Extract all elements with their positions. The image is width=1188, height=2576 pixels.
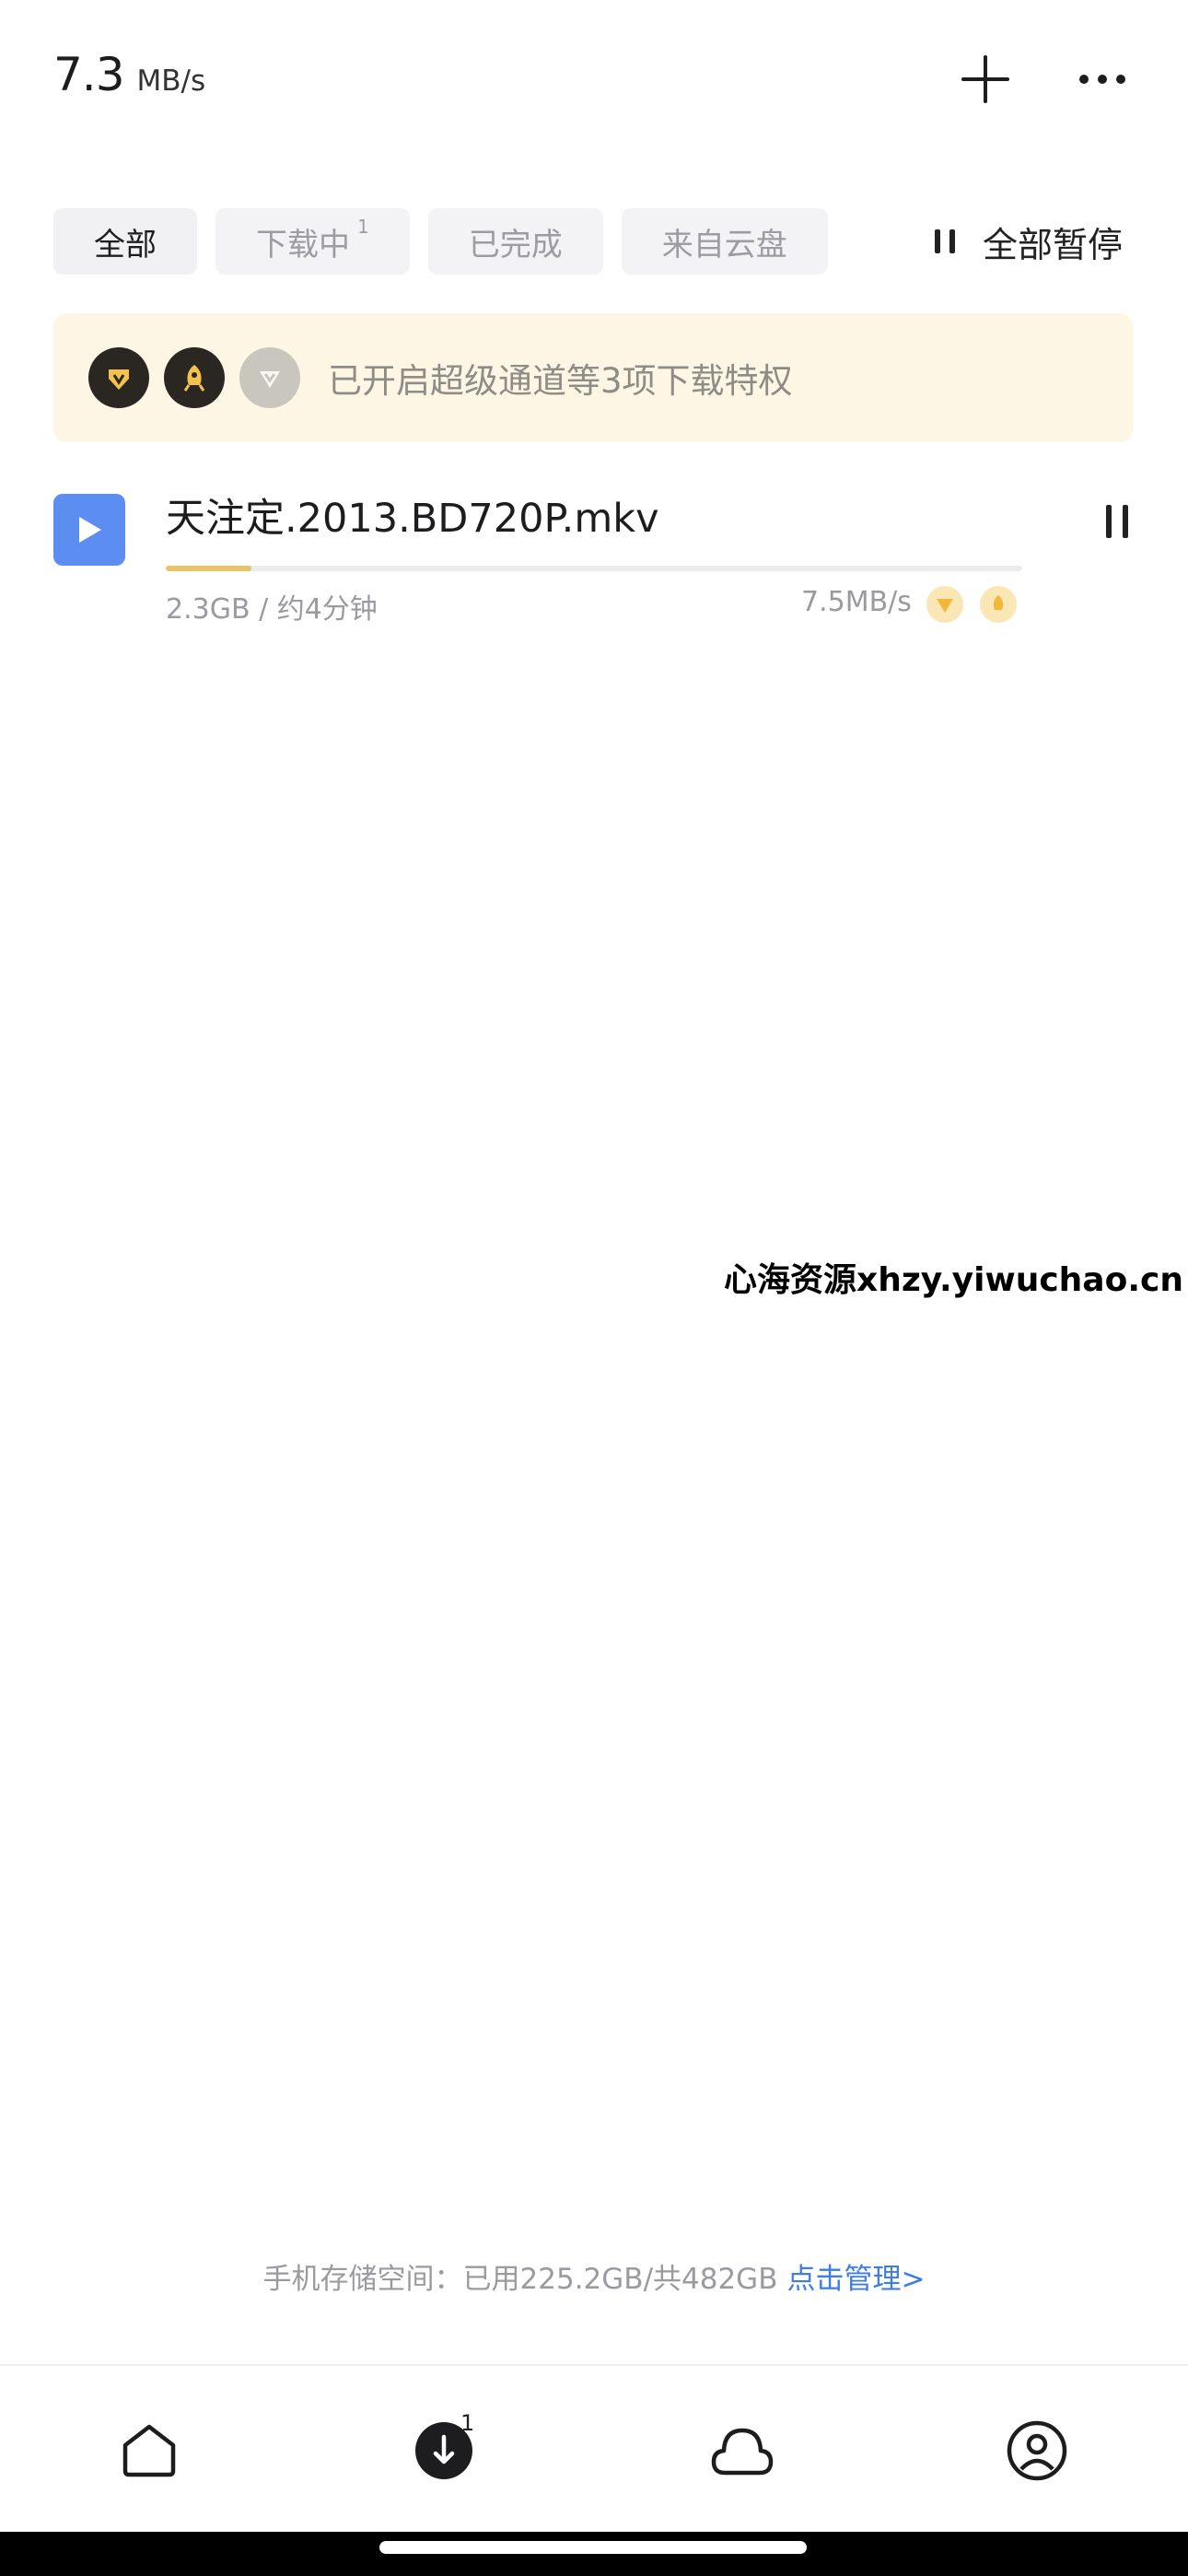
tab-label: 已完成 xyxy=(468,226,563,263)
video-file-icon xyxy=(53,494,125,566)
watermark-text: 心海资源xhzy.yiwuchao.cn xyxy=(724,1261,1183,1299)
tab-all[interactable]: 全部 xyxy=(53,208,197,275)
nav-divider xyxy=(0,2364,1188,2366)
tab-count: 1 xyxy=(357,216,369,238)
cloud-icon xyxy=(711,2428,774,2476)
profile-icon xyxy=(1007,2420,1067,2481)
item-pause-button[interactable] xyxy=(1101,499,1134,544)
more-horizontal-icon xyxy=(1079,75,1125,84)
storage-text: 手机存储空间：已用225.2GB/共482GB xyxy=(262,2263,778,2296)
add-download-button[interactable] xyxy=(949,42,1022,116)
tab-from-cloud[interactable]: 来自云盘 xyxy=(621,208,828,275)
diamond-badge-icon xyxy=(88,347,149,408)
rocket-badge-icon xyxy=(164,347,225,408)
plus-icon xyxy=(961,55,1009,103)
download-meta: 2.3GB / 约4分钟 xyxy=(166,593,378,626)
speed-unit: MB/s xyxy=(136,64,206,98)
pause-all-label: 全部暂停 xyxy=(983,224,1124,265)
diamond-mini-icon xyxy=(926,586,963,623)
privilege-banner[interactable]: 已开启超级通道等3项下载特权 xyxy=(53,313,1133,442)
nav-home[interactable] xyxy=(112,2414,186,2488)
tab-label: 来自云盘 xyxy=(661,226,787,263)
download-speed: 7.3 MB/s xyxy=(53,48,205,101)
tab-label: 全部 xyxy=(94,226,157,263)
download-count-badge: 1 xyxy=(460,2410,475,2436)
tab-downloading[interactable]: 下载中 1 xyxy=(215,208,410,275)
pause-icon xyxy=(935,229,955,253)
nav-profile[interactable] xyxy=(1000,2414,1074,2488)
speed-value: 7.3 xyxy=(53,48,125,101)
tab-label: 下载中 xyxy=(256,226,350,263)
manage-storage-link[interactable]: 点击管理> xyxy=(786,2263,925,2296)
nav-cloud[interactable] xyxy=(705,2414,779,2488)
home-icon xyxy=(122,2424,176,2477)
system-navigation-bar xyxy=(0,2532,1188,2576)
more-button[interactable] xyxy=(1066,42,1139,116)
diamond-badge-grey-icon xyxy=(239,347,300,408)
filter-tabs: 全部 下载中 1 已完成 来自云盘 xyxy=(53,208,828,275)
tab-completed[interactable]: 已完成 xyxy=(427,208,603,275)
download-speed-item: 7.5MB/s xyxy=(801,586,912,618)
download-progress-bar xyxy=(166,566,1022,571)
home-indicator[interactable] xyxy=(379,2541,807,2554)
rocket-mini-icon xyxy=(980,586,1017,623)
download-file-name[interactable]: 天注定.2013.BD720P.mkv xyxy=(166,486,659,544)
storage-info: 手机存储空间：已用225.2GB/共482GB 点击管理> xyxy=(0,2255,1188,2297)
privilege-text: 已开启超级通道等3项下载特权 xyxy=(328,361,793,401)
download-progress-fill xyxy=(166,566,251,571)
pause-all-button[interactable]: 全部暂停 xyxy=(935,208,1123,275)
